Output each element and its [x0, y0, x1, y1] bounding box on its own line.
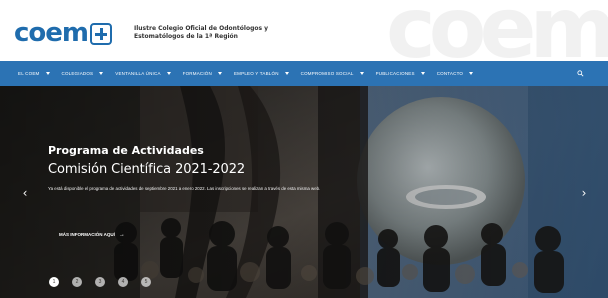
hero-dark-overlay — [0, 86, 608, 298]
slider-pagination: 1 2 3 4 5 — [49, 277, 151, 287]
nav-item-formacion[interactable]: FORMACIÓN — [183, 71, 222, 77]
nav-label: COMPROMISO SOCIAL — [300, 70, 354, 76]
slide-dot-1[interactable]: 1 — [49, 277, 59, 287]
college-title: Ilustre Colegio Oficial de Odontólogos y… — [134, 25, 269, 40]
more-info-link[interactable]: MÁS INFORMACIÓN AQUÍ → — [59, 232, 125, 238]
nav-label: FORMACIÓN — [182, 70, 212, 76]
search-icon[interactable] — [577, 70, 584, 77]
chevron-down-icon — [420, 72, 425, 75]
hero-slider: Programa de Actividades Comisión Científ… — [0, 86, 608, 298]
arrow-right-icon: → — [118, 232, 125, 238]
cross-logo-icon — [90, 23, 112, 45]
logo-wordmark: coem — [14, 18, 89, 48]
chevron-down-icon — [284, 72, 289, 75]
site-header: coem Ilustre Colegio Oficial de Odontólo… — [0, 0, 608, 73]
nav-label: VENTANILLA ÚNICA — [115, 70, 161, 76]
main-navigation: EL COEM COLEGIADOS VENTANILLA ÚNICA FORM… — [0, 61, 608, 86]
next-slide-button[interactable]: › — [578, 184, 590, 202]
slide-dot-5[interactable]: 5 — [141, 277, 151, 287]
nav-item-publicaciones[interactable]: PUBLICACIONES — [376, 71, 425, 77]
nav-label: PUBLICACIONES — [375, 70, 415, 76]
chevron-down-icon — [359, 72, 364, 75]
nav-item-empleo-y-tablon[interactable]: EMPLEO Y TABLÓN — [234, 71, 289, 77]
chevron-down-icon — [217, 72, 222, 75]
nav-item-el-coem[interactable]: EL COEM — [18, 71, 50, 77]
nav-item-colegiados[interactable]: COLEGIADOS — [62, 71, 104, 77]
slide-dot-2[interactable]: 2 — [72, 277, 82, 287]
nav-label: COLEGIADOS — [61, 70, 94, 76]
nav-item-compromiso-social[interactable]: COMPROMISO SOCIAL — [301, 71, 364, 77]
chevron-down-icon — [469, 72, 474, 75]
cta-label: MÁS INFORMACIÓN AQUÍ — [59, 232, 115, 237]
nav-item-contacto[interactable]: CONTACTO — [436, 70, 474, 77]
chevron-down-icon — [166, 72, 171, 75]
nav-item-ventanilla-unica[interactable]: VENTANILLA ÚNICA — [115, 70, 171, 77]
hero-kicker: Programa de Actividades — [48, 144, 204, 157]
nav-label: CONTACTO — [436, 70, 464, 76]
nav-label: EL COEM — [18, 70, 40, 76]
chevron-down-icon — [99, 72, 104, 75]
nav-label: EMPLEO Y TABLÓN — [233, 70, 279, 76]
chevron-down-icon — [45, 72, 50, 75]
slide-dot-3[interactable]: 3 — [95, 277, 105, 287]
slide-dot-4[interactable]: 4 — [118, 277, 128, 287]
hero-description: Ya está disponible el programa de activi… — [48, 186, 321, 191]
previous-slide-button[interactable]: ‹ — [19, 184, 31, 202]
website-page: coem Ilustre Colegio Oficial de Odontólo… — [0, 0, 608, 298]
coem-logo[interactable]: coem — [14, 20, 120, 46]
hero-title: Comisión Científica 2021-2022 — [48, 162, 246, 177]
